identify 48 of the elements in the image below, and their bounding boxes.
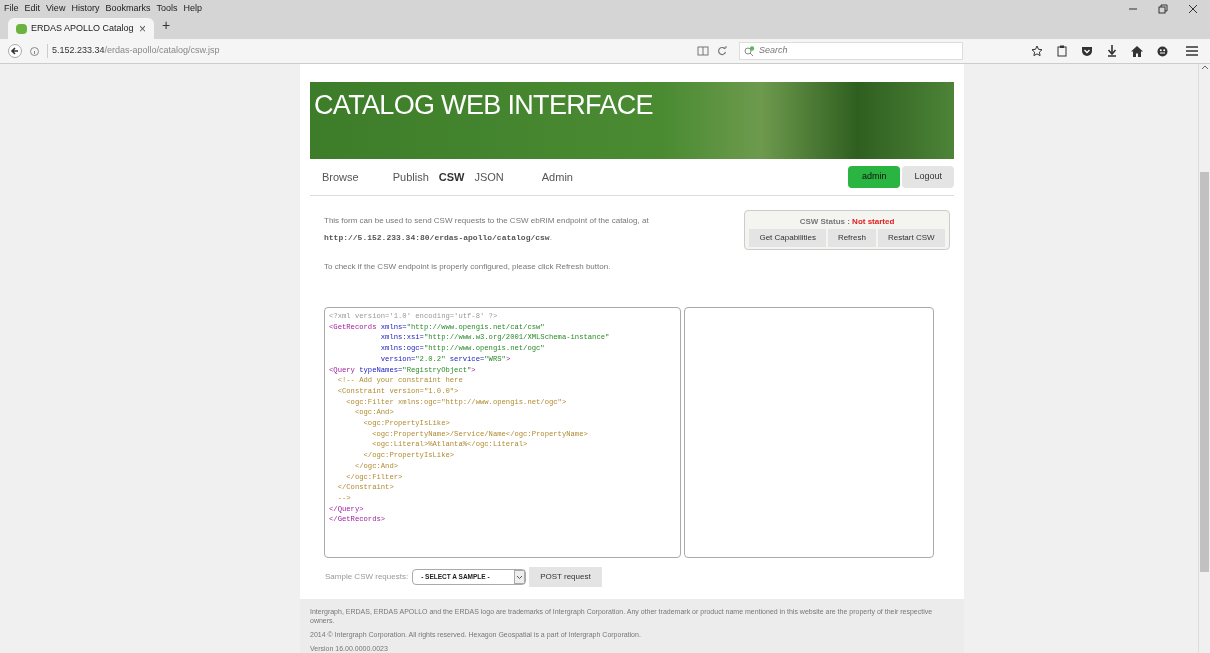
address-field[interactable]: 5.152.233.34/erdas-apollo/catalog/csw.jsp xyxy=(47,44,220,58)
restore-icon[interactable] xyxy=(1158,3,1168,14)
nav-tab[interactable]: JSON xyxy=(474,168,504,186)
reader-view-icon[interactable] xyxy=(697,46,709,56)
banner-title: CATALOG WEB INTERFACE xyxy=(314,89,653,123)
status-button[interactable]: Restart CSW xyxy=(877,229,945,247)
tab-close-button[interactable]: × xyxy=(139,19,146,38)
clipboard-icon[interactable] xyxy=(1057,45,1067,57)
reload-icon[interactable] xyxy=(717,46,727,56)
nav-tab[interactable]: Browse xyxy=(322,168,359,186)
menu-item[interactable]: History xyxy=(71,1,100,16)
search-icon xyxy=(744,46,755,56)
status-button[interactable]: Refresh xyxy=(827,229,876,247)
dropdown-caret-icon xyxy=(514,570,526,584)
scrollbar[interactable] xyxy=(1198,64,1210,653)
menu-item[interactable]: Edit xyxy=(24,1,41,16)
nav-tab[interactable]: CSW xyxy=(438,168,465,186)
sample-label: Sample CSW requests: xyxy=(325,571,409,583)
menu-item[interactable]: Bookmarks xyxy=(105,1,151,16)
user-button[interactable]: admin xyxy=(847,166,901,188)
back-arrow-icon[interactable] xyxy=(8,44,22,58)
download-icon[interactable] xyxy=(1107,45,1117,57)
menu-icon[interactable] xyxy=(1186,46,1198,56)
endpoint-url: http://5.152.233.34:80/erdas-apollo/catalog/csw. xyxy=(324,232,553,244)
close-icon[interactable] xyxy=(1188,3,1198,14)
scroll-up-icon[interactable] xyxy=(1200,64,1209,72)
post-request-button[interactable]: POST request xyxy=(529,567,602,587)
site-icon xyxy=(16,23,27,34)
smiley-icon[interactable] xyxy=(1157,45,1168,57)
new-tab-button[interactable]: + xyxy=(162,15,171,36)
nav-tab[interactable]: Publish xyxy=(392,168,429,186)
nav-tab[interactable]: Admin xyxy=(541,168,573,186)
hint-text: To check if the CSW endpoint is properly configured, please click Refresh button. xyxy=(324,261,612,273)
logout-button[interactable]: Logout xyxy=(902,166,954,188)
home-icon[interactable] xyxy=(1131,45,1143,57)
status-button[interactable]: Get Capabilities xyxy=(749,229,826,247)
intro-text: This form can be used to send CSW requests to the CSW ebRIM endpoint of the catalog, at xyxy=(324,215,650,227)
menu-item[interactable]: Help xyxy=(183,1,202,16)
menu-item[interactable]: File xyxy=(4,1,19,16)
browser-tab[interactable]: ERDAS APOLLO Catalog × xyxy=(8,18,154,39)
info-icon[interactable] xyxy=(30,46,39,56)
csw-status-text: CSW Status : Not started xyxy=(799,216,895,228)
search-field[interactable]: Search xyxy=(739,42,963,60)
tab-title: ERDAS APOLLO Catalog xyxy=(31,21,135,35)
menu-item[interactable]: Tools xyxy=(156,1,178,16)
pocket-icon[interactable] xyxy=(1081,45,1093,57)
menu-item[interactable]: View xyxy=(46,1,66,16)
star-icon[interactable] xyxy=(1031,45,1043,57)
